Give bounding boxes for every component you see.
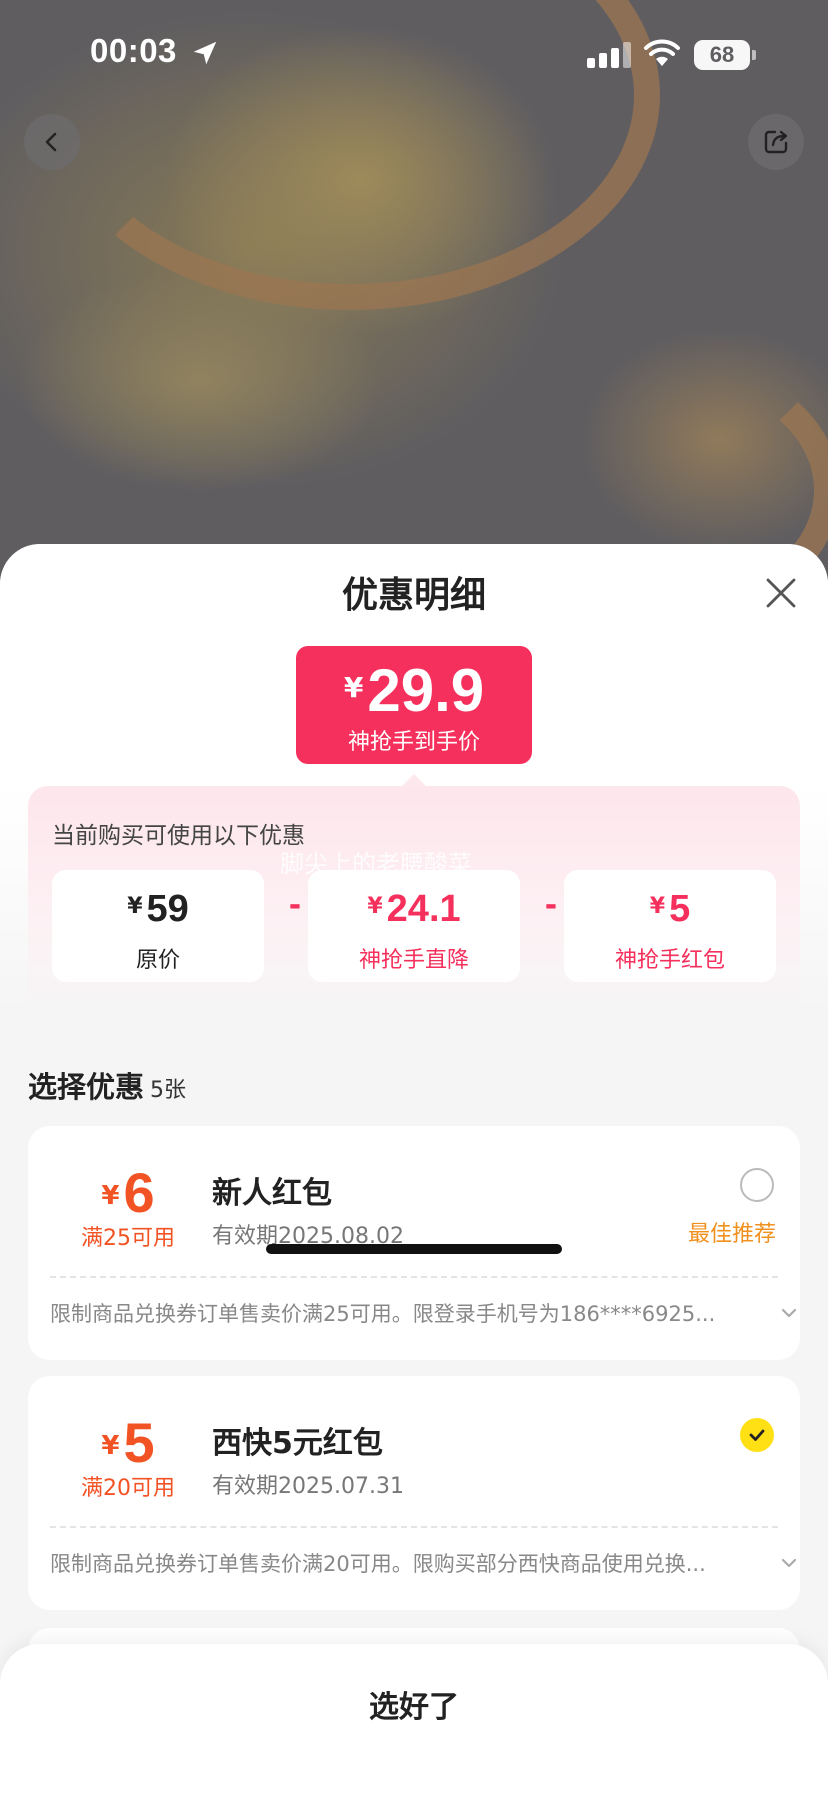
battery-tip xyxy=(752,50,756,60)
sheet-footer: 选好了 xyxy=(0,1644,828,1795)
chevron-down-icon[interactable] xyxy=(780,1306,798,1320)
wifi-icon xyxy=(644,39,680,66)
direct-discount-card: ¥24.1 神抢手直降 xyxy=(308,870,520,982)
best-recommend-tag: 最佳推荐 xyxy=(688,1222,777,1247)
share-button[interactable] xyxy=(748,114,804,170)
coupon-checkbox-checked[interactable] xyxy=(740,1418,774,1452)
discount-breakdown-panel: 当前购买可使用以下优惠 脚尖上的老腰酸菜 ¥59 原价 - ¥24.1 神抢手直… xyxy=(28,786,800,1014)
original-price-value: 59 xyxy=(146,888,189,930)
final-price-row: ¥29.9 xyxy=(296,656,532,725)
original-price-label: 原价 xyxy=(135,948,180,973)
sheet-title: 优惠明细 xyxy=(341,575,486,616)
confirm-button[interactable]: 选好了 xyxy=(0,1682,828,1726)
direct-discount-value: 24.1 xyxy=(386,888,461,930)
coupon-count: 5张 xyxy=(150,1078,187,1103)
coupon-validity: 有效期2025.07.31 xyxy=(212,1474,404,1499)
battery-icon: 68 xyxy=(694,40,750,70)
final-price-currency: ¥ xyxy=(343,671,364,704)
location-arrow-icon xyxy=(193,41,217,65)
back-chevron-icon xyxy=(45,132,57,152)
chevron-down-icon[interactable] xyxy=(780,1556,798,1570)
back-button[interactable] xyxy=(24,114,80,170)
coupon-name: 西快5元红包 xyxy=(212,1426,383,1461)
final-price-label: 神抢手到手价 xyxy=(347,730,480,755)
final-price-amount: 29.9 xyxy=(367,657,485,724)
check-icon xyxy=(749,1429,765,1441)
coupon-currency: ¥ xyxy=(101,1181,120,1211)
direct-discount-label: 神抢手直降 xyxy=(358,948,469,973)
coupon-amount-row: ¥5 xyxy=(28,1410,228,1475)
coupon-radio-unchecked[interactable] xyxy=(740,1168,774,1202)
signal-icon xyxy=(587,42,631,68)
final-price-badge: ¥29.9 神抢手到手价 xyxy=(296,646,532,764)
coupon-card[interactable]: ¥5 满20可用 西快5元红包 有效期2025.07.31 限制商品兑换券订单售… xyxy=(28,1376,800,1610)
coupon-rule: 限制商品兑换券订单售卖价满20可用。限购买部分西快商品使用兑换... xyxy=(50,1552,706,1576)
original-price-currency: ¥ xyxy=(127,894,143,919)
share-icon xyxy=(764,130,788,154)
coupon-amount: 6 xyxy=(123,1161,155,1224)
minus-sign: - xyxy=(544,888,558,923)
close-icon[interactable] xyxy=(762,574,800,612)
home-indicator xyxy=(266,1244,562,1254)
status-time: 00:03 xyxy=(90,32,177,69)
coupon-amount-row: ¥6 xyxy=(28,1160,228,1225)
coupon-currency: ¥ xyxy=(101,1431,120,1461)
red-packet-value: 5 xyxy=(669,888,691,930)
original-price-card: ¥59 原价 xyxy=(52,870,264,982)
coupon-card[interactable]: ¥6 满25可用 新人红包 有效期2025.08.02 最佳推荐 限制商品兑换券… xyxy=(28,1126,800,1360)
coupon-name: 新人红包 xyxy=(212,1176,332,1211)
minus-sign: - xyxy=(288,888,302,923)
red-packet-label: 神抢手红包 xyxy=(614,948,725,973)
coupon-condition: 满25可用 xyxy=(81,1226,175,1251)
dashed-divider xyxy=(50,1526,778,1528)
coupon-amount: 5 xyxy=(123,1411,155,1474)
dashed-divider xyxy=(50,1276,778,1278)
discount-detail-sheet: 优惠明细 ¥29.9 神抢手到手价 当前购买可使用以下优惠 脚尖上的老腰酸菜 ¥… xyxy=(0,544,828,1795)
coupon-rule: 限制商品兑换券订单售卖价满25可用。限登录手机号为186****6925... xyxy=(50,1302,716,1326)
coupon-condition: 满20可用 xyxy=(81,1476,175,1501)
status-bar: 00:03 68 xyxy=(0,0,828,110)
discount-intro: 当前购买可使用以下优惠 xyxy=(52,823,305,849)
choose-discount-title: 选择优惠 5张 xyxy=(28,1064,186,1106)
direct-discount-currency: ¥ xyxy=(367,894,383,919)
red-packet-currency: ¥ xyxy=(649,894,666,919)
red-packet-card: ¥5 神抢手红包 xyxy=(564,870,776,982)
choose-title-text: 选择优惠 xyxy=(28,1070,145,1104)
